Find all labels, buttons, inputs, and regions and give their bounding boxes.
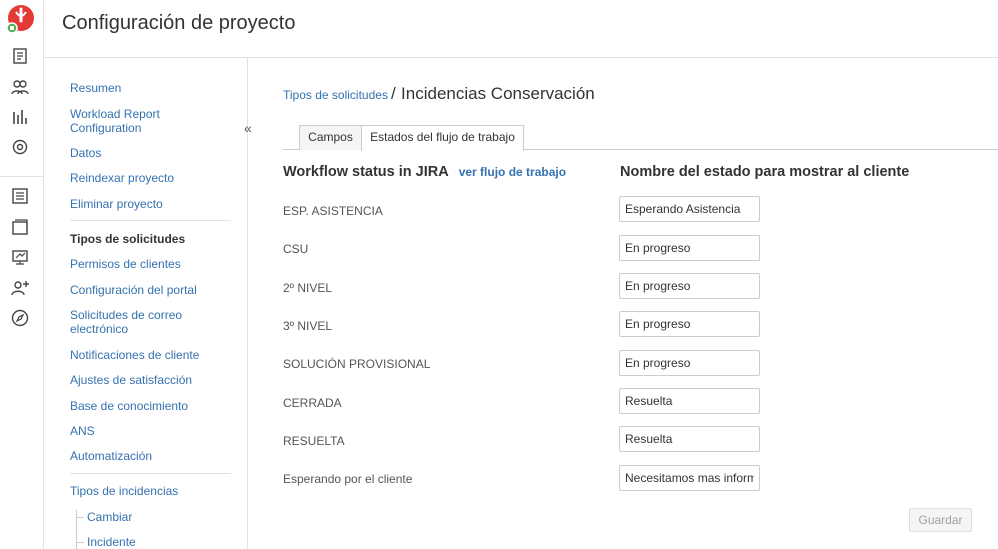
project-settings-sidebar: « Resumen Workload Report Configuration … — [44, 58, 252, 549]
status-display-input[interactable] — [619, 273, 760, 299]
sidebar-item-notificaciones[interactable]: Notificaciones de cliente — [70, 348, 230, 362]
tab-campos[interactable]: Campos — [299, 125, 362, 150]
status-label: Esperando por el cliente — [283, 472, 413, 486]
status-display-input[interactable] — [619, 465, 760, 491]
breadcrumb-parent-link[interactable]: Tipos de solicitudes — [283, 88, 388, 102]
sidebar-item-solicitudes-correo[interactable]: Solicitudes de correo electrónico — [70, 308, 230, 336]
settings-icon[interactable] — [10, 137, 30, 157]
users-icon[interactable] — [10, 77, 30, 97]
status-label: 3º NIVEL — [283, 319, 333, 333]
breadcrumb: Tipos de solicitudes / Incidencias Conser… — [283, 84, 595, 104]
status-label: RESUELTA — [283, 434, 345, 448]
workflow-status-header: Workflow status in JIRA ver flujo de trab… — [283, 164, 566, 180]
sidebar-item-cambiar[interactable]: Cambiar — [76, 510, 247, 524]
sidebar-item-automatizacion[interactable]: Automatización — [70, 449, 230, 463]
sidebar-item-ans[interactable]: ANS — [70, 424, 230, 438]
sidebar-item-datos[interactable]: Datos — [70, 146, 230, 160]
customer-status-header: Nombre del estado para mostrar al client… — [620, 164, 910, 180]
status-label: CSU — [283, 242, 309, 256]
issues-icon[interactable] — [10, 46, 30, 66]
status-display-input[interactable] — [619, 426, 760, 452]
reports-icon[interactable] — [10, 107, 30, 127]
page-title: Configuración de proyecto — [62, 12, 296, 34]
sidebar-item-reindexar[interactable]: Reindexar proyecto — [70, 171, 230, 185]
status-label: ESP. ASISTENCIA — [283, 204, 383, 218]
status-label: 2º NIVEL — [283, 281, 333, 295]
save-button[interactable]: Guardar — [909, 508, 972, 532]
sidebar-divider — [70, 473, 231, 474]
status-label: CERRADA — [283, 396, 342, 410]
sidebar-item-satisfaccion[interactable]: Ajustes de satisfacción — [70, 373, 230, 387]
add-user-icon[interactable] — [10, 278, 30, 298]
app-logo-icon[interactable] — [4, 3, 36, 35]
sidebar-item-permisos-clientes[interactable]: Permisos de clientes — [70, 257, 230, 271]
sidebar-item-tipos-incidencias[interactable]: Tipos de incidencias — [70, 484, 230, 498]
workflow-status-title: Workflow status in JIRA — [283, 164, 449, 180]
sidebar-item-workload-report[interactable]: Workload Report Configuration — [70, 107, 230, 135]
monitor-icon[interactable] — [10, 247, 30, 267]
sidebar-item-resumen[interactable]: Resumen — [70, 81, 230, 95]
status-display-input[interactable] — [619, 311, 760, 337]
rail-divider — [0, 176, 44, 177]
sidebar-divider — [70, 220, 231, 221]
app-rail — [0, 0, 44, 549]
page-header: Configuración de proyecto — [44, 0, 998, 58]
sidebar-item-eliminar[interactable]: Eliminar proyecto — [70, 197, 230, 211]
breadcrumb-separator: / — [390, 84, 396, 103]
status-label: SOLUCIÓN PROVISIONAL — [283, 357, 431, 371]
status-display-input[interactable] — [619, 196, 760, 222]
collapse-sidebar-button[interactable]: « — [244, 120, 252, 136]
status-display-input[interactable] — [619, 388, 760, 414]
compass-icon[interactable] — [10, 308, 30, 328]
status-display-input[interactable] — [619, 350, 760, 376]
tab-estados-flujo[interactable]: Estados del flujo de trabajo — [361, 125, 524, 151]
queue-icon[interactable] — [10, 186, 30, 206]
sidebar-item-configuracion-portal[interactable]: Configuración del portal — [70, 283, 230, 297]
status-display-input[interactable] — [619, 235, 760, 261]
sidebar-item-tipos-solicitudes[interactable]: Tipos de solicitudes — [70, 232, 230, 246]
breadcrumb-current: Incidencias Conservación — [401, 84, 595, 103]
sidebar-item-incidente[interactable]: Incidente — [76, 535, 247, 549]
board-icon[interactable] — [10, 217, 30, 237]
tree-line — [76, 510, 77, 549]
view-workflow-link[interactable]: ver flujo de trabajo — [459, 165, 566, 179]
sidebar-item-base-conocimiento[interactable]: Base de conocimiento — [70, 399, 230, 413]
